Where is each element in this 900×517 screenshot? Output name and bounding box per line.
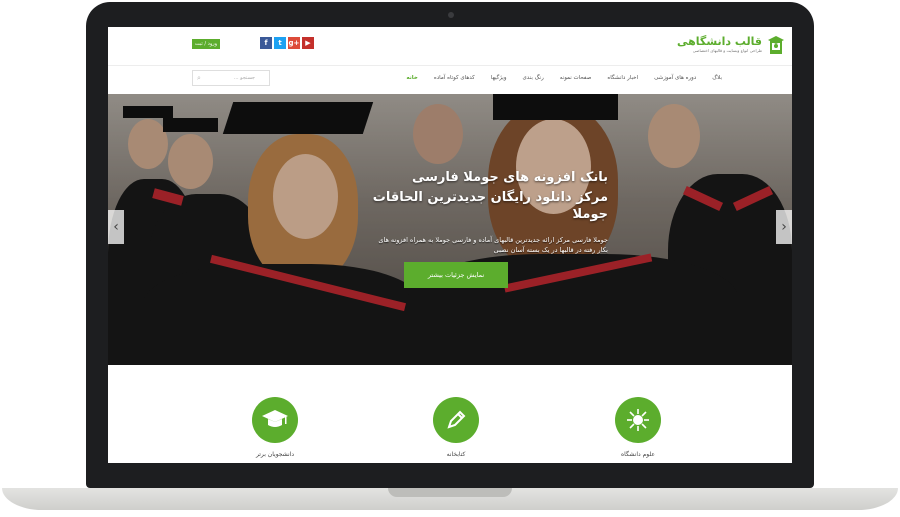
laptop-notch: [388, 488, 512, 497]
camera-dot: [448, 12, 454, 18]
login-button[interactable]: ورود / ثبت: [192, 39, 220, 49]
nav-item-sample-pages[interactable]: صفحات نمونه: [560, 75, 592, 81]
pencil-icon: [433, 397, 479, 443]
nav-item-university-news[interactable]: اخبار دانشگاه: [607, 75, 638, 81]
graduation-logo-icon: [768, 35, 784, 54]
feature-label: کتابخانه: [446, 451, 466, 458]
hero-subtitle: مرکز دانلود رایگان جدیدترین الحاقات جومل…: [372, 190, 608, 222]
twitter-icon[interactable]: t: [274, 37, 286, 49]
google-plus-icon[interactable]: g+: [288, 37, 300, 49]
hero-details-button[interactable]: نمایش جزئیات بیشتر: [404, 262, 508, 288]
feature-label: علوم دانشگاه: [621, 451, 655, 458]
logo-subtitle: طراحی انواع وبسایت و قالبهای اختصاصی: [692, 48, 762, 53]
hero-slider: بانک افزونه های جوملا فارسی مرکز دانلود …: [108, 94, 792, 365]
feature-label: دانشجویان برتر: [255, 451, 295, 458]
site-logo[interactable]: قالب دانشگاهی طراحی انواع وبسایت و قالبه…: [677, 35, 784, 54]
hero-title: بانک افزونه های جوملا فارسی: [411, 170, 608, 185]
logo-title: قالب دانشگاهی: [677, 35, 762, 48]
nav-item-colors[interactable]: رنگ بندی: [522, 75, 543, 81]
feature-item[interactable]: دانشجویان برتر: [252, 397, 298, 458]
nav-menu: خانه کدهای کوتاه آماده ویژگیها رنگ بندی …: [406, 66, 722, 90]
nav-item-shortcodes[interactable]: کدهای کوتاه آماده: [434, 75, 475, 81]
features-section: دانشجویان برتر کتابخانه علوم دانشگاه: [108, 365, 792, 463]
facebook-icon[interactable]: f: [260, 37, 272, 49]
graduation-cap-icon: [252, 397, 298, 443]
feature-item[interactable]: کتابخانه: [433, 397, 479, 458]
virus-icon: [615, 397, 661, 443]
website-screen: ورود / ثبت f t g+ ▶ قالب دانشگاهی طراحی …: [108, 27, 792, 463]
slider-next-arrow[interactable]: ›: [776, 210, 792, 244]
nav-item-blog[interactable]: بلاگ: [712, 75, 722, 81]
nav-item-home[interactable]: خانه: [406, 75, 417, 81]
hero-caption: بانک افزونه های جوملا فارسی مرکز دانلود …: [368, 169, 608, 255]
search-icon: ⌕: [197, 74, 201, 82]
feature-item[interactable]: علوم دانشگاه: [615, 397, 661, 458]
search-input[interactable]: ⌕ جستجو ...: [192, 70, 270, 86]
youtube-icon[interactable]: ▶: [302, 37, 314, 49]
hero-description: جوملا فارسی مرکز ارائه جدیدترین قالبهای …: [378, 236, 608, 254]
main-navigation: ⌕ جستجو ... خانه کدهای کوتاه آماده ویژگی…: [108, 66, 792, 94]
nav-item-courses[interactable]: دوره های آموزشی: [654, 75, 696, 81]
search-placeholder: جستجو ...: [233, 75, 255, 81]
nav-item-features[interactable]: ویژگیها: [491, 75, 507, 81]
slider-prev-arrow[interactable]: ‹: [108, 210, 124, 244]
social-links: f t g+ ▶: [260, 37, 314, 49]
top-bar: ورود / ثبت f t g+ ▶ قالب دانشگاهی طراحی …: [108, 27, 792, 66]
